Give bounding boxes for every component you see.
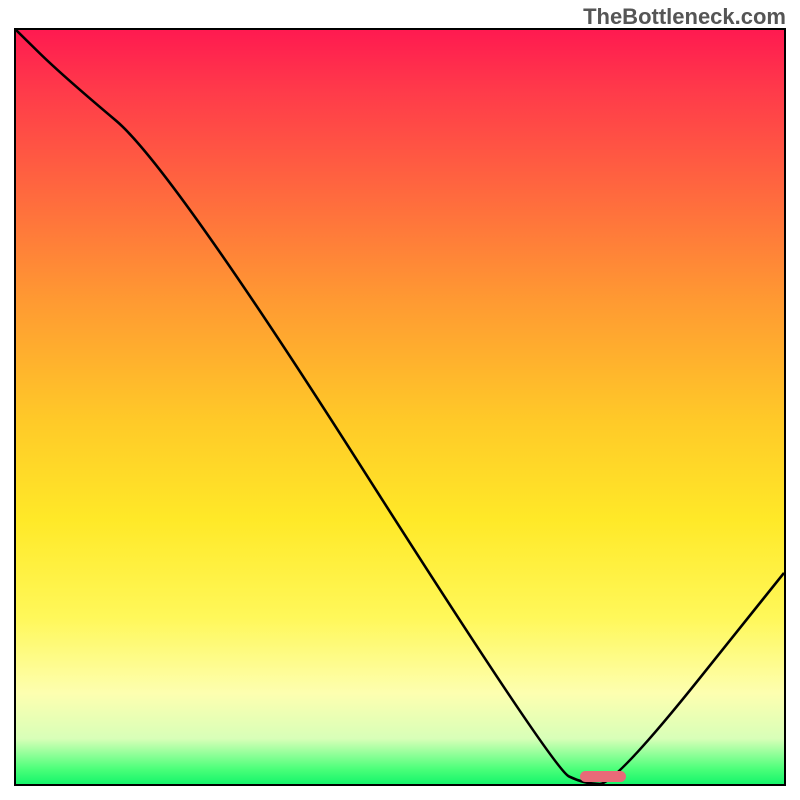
watermark-text: TheBottleneck.com xyxy=(583,4,786,30)
plot-area xyxy=(14,28,786,786)
chart-container: TheBottleneck.com xyxy=(0,0,800,800)
optimal-marker xyxy=(580,771,626,782)
curve-path xyxy=(16,30,784,784)
bottleneck-curve xyxy=(16,30,784,784)
